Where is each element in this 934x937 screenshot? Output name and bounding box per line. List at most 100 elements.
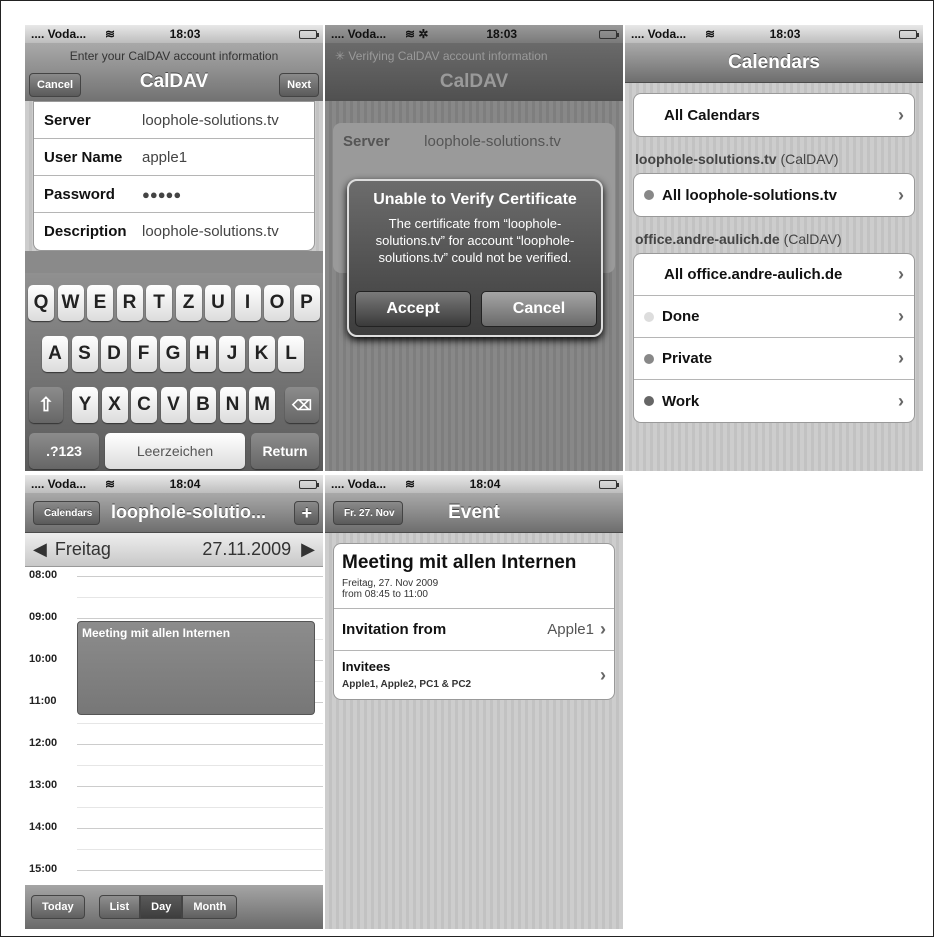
wifi-icon: ≋	[705, 27, 716, 41]
date-back-button[interactable]: Fr. 27. Nov	[333, 501, 403, 525]
key-r[interactable]: R	[116, 285, 143, 321]
key-m[interactable]: M	[249, 387, 275, 423]
username-row[interactable]: User Name apple1	[34, 139, 314, 176]
accept-button[interactable]: Accept	[355, 291, 471, 327]
wifi-icon: ≋	[105, 477, 116, 491]
description-field[interactable]: loophole-solutions.tv	[142, 223, 279, 240]
key-x[interactable]: X	[101, 387, 128, 423]
nav-bar: Calendars	[625, 43, 923, 83]
shift-key[interactable]: ⇧	[29, 387, 63, 423]
hour-label: 08:00	[29, 569, 58, 581]
key-p[interactable]: P	[293, 285, 320, 321]
prev-day-icon[interactable]: ◀	[33, 539, 47, 560]
invitation-row[interactable]: Invitation from Apple1 ›	[334, 609, 614, 651]
clock: 18:04	[169, 477, 201, 491]
all-calendars-row[interactable]: All Calendars ›	[634, 94, 914, 136]
key-b[interactable]: B	[190, 387, 216, 423]
delete-key[interactable]: ⌫	[285, 387, 319, 423]
day-tab[interactable]: Day	[140, 895, 183, 919]
key-g[interactable]: G	[160, 336, 186, 372]
key-q[interactable]: Q	[28, 285, 54, 321]
key-c[interactable]: C	[131, 387, 157, 423]
description-row[interactable]: Description loophole-solutions.tv	[34, 213, 314, 250]
space-key[interactable]: Leerzeichen	[105, 433, 245, 469]
form-area: Server loophole-solutions.tv User Name app…	[25, 101, 323, 251]
calendar-row[interactable]: All loophole-solutions.tv ›	[634, 174, 914, 216]
key-y[interactable]: Y	[72, 387, 98, 423]
calendar-row[interactable]: Private ›	[634, 338, 914, 380]
calendar-row[interactable]: All office.andre-aulich.de ›	[634, 254, 914, 296]
page-title: CalDAV	[439, 71, 509, 92]
date-label: 27.11.2009	[202, 539, 292, 559]
battery-icon	[299, 29, 319, 39]
calendar-row[interactable]: Work ›	[634, 380, 914, 422]
alert-message: The certificate from “loophole-solutions…	[375, 216, 575, 265]
cancel-button[interactable]: Cancel	[481, 291, 597, 327]
color-dot	[644, 190, 654, 200]
key-k[interactable]: K	[248, 336, 275, 372]
key-v[interactable]: V	[160, 387, 187, 423]
chevron-right-icon: ›	[898, 348, 904, 368]
color-dot	[644, 311, 654, 322]
cancel-button[interactable]: Cancel	[29, 73, 82, 97]
timeline: 08:00 09:00 10:00 11:00 12:00 13:00 14:00 15:00…	[25, 567, 323, 892]
section-type: (CalDAV)	[780, 151, 839, 167]
certificate-alert: Unable to Verify Certificate The certifi…	[347, 179, 603, 337]
event-block[interactable]: Meeting mit allen Internen	[77, 621, 315, 715]
server-value: loophole-solutions.tv	[424, 133, 561, 150]
numbers-key[interactable]: .?123	[29, 433, 99, 469]
page-title: Event	[448, 501, 500, 523]
next-button[interactable]: Next	[279, 73, 319, 97]
next-day-icon[interactable]: ▶	[301, 539, 315, 560]
hour-line	[77, 828, 323, 829]
password-field[interactable]: ●●●●●	[142, 187, 181, 202]
alert-title: Unable to Verify Certificate	[373, 191, 577, 208]
hour-line	[77, 786, 323, 787]
chevron-right-icon: ›	[898, 306, 904, 326]
date-bar: ◀ Freitag 27.11.2009 ▶	[25, 533, 323, 567]
key-f[interactable]: F	[130, 336, 157, 372]
list-tab[interactable]: List	[98, 895, 141, 919]
nav-bar: Calendars loophole-solutio... +	[25, 493, 323, 533]
key-a[interactable]: A	[42, 336, 68, 372]
row-label: Private	[662, 350, 713, 367]
calendars-back-button[interactable]: Calendars	[33, 501, 101, 525]
clock: 18:03	[769, 27, 801, 41]
hour-label: 11:00	[29, 695, 57, 707]
password-row[interactable]: Password ●●●●●	[34, 176, 314, 213]
key-i[interactable]: I	[234, 285, 261, 321]
key-h[interactable]: H	[189, 336, 216, 372]
key-l[interactable]: L	[278, 336, 304, 372]
key-d[interactable]: D	[101, 336, 127, 372]
calendars-screen: .... Voda... ≋ 18:03 Calendars All Calenda…	[625, 25, 923, 471]
add-event-button[interactable]: +	[294, 501, 319, 525]
section-type: (CalDAV)	[783, 231, 842, 247]
wifi-icon: ≋ ✲	[405, 27, 429, 41]
key-t[interactable]: T	[146, 285, 172, 321]
key-s[interactable]: S	[71, 336, 98, 372]
key-e[interactable]: E	[87, 285, 113, 321]
carrier: .... Voda...	[331, 477, 387, 491]
today-button[interactable]: Today	[31, 895, 85, 919]
chevron-right-icon: ›	[898, 104, 904, 125]
hour-line	[77, 576, 323, 577]
key-n[interactable]: N	[219, 387, 246, 423]
key-u[interactable]: U	[205, 285, 231, 321]
return-key[interactable]: Return	[251, 433, 319, 469]
server-field[interactable]: loophole-solutions.tv	[142, 112, 279, 129]
row-label: All office.andre-aulich.de	[664, 266, 843, 283]
server-row[interactable]: Server loophole-solutions.tv	[34, 102, 314, 139]
wifi-icon: ≋	[405, 477, 416, 491]
day-name: Freitag	[54, 539, 111, 559]
month-tab[interactable]: Month	[182, 895, 238, 919]
key-j[interactable]: J	[219, 336, 245, 372]
calendar-row[interactable]: Done ›	[634, 296, 914, 338]
invitees-row[interactable]: Invitees Apple1, Apple2, PC1 & PC2 ›	[334, 651, 614, 699]
key-o[interactable]: O	[264, 285, 290, 321]
key-w[interactable]: W	[57, 285, 84, 321]
account-form: Server loophole-solutions.tv User Name app…	[33, 101, 315, 251]
row-label: Done	[662, 308, 700, 325]
username-field[interactable]: apple1	[142, 149, 187, 166]
page-title: Calendars	[728, 51, 820, 73]
key-z[interactable]: Z	[175, 285, 202, 321]
